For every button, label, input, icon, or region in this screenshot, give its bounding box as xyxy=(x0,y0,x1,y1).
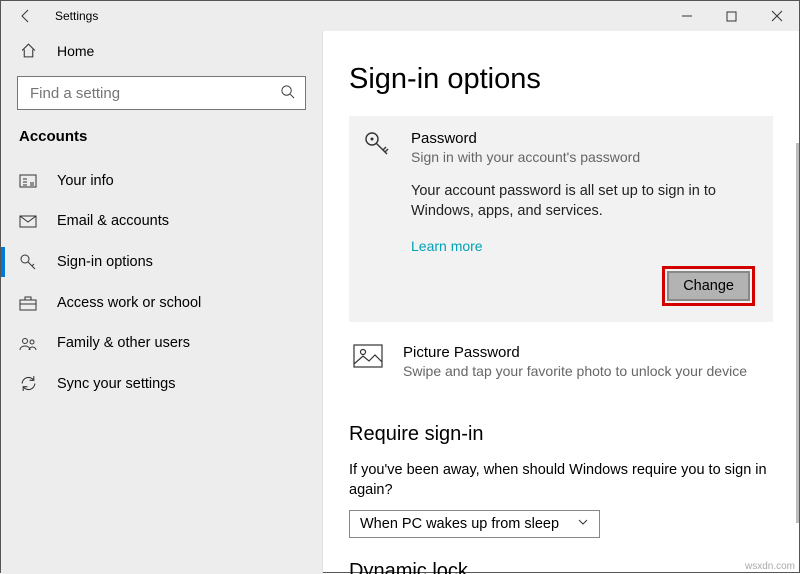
id-card-icon xyxy=(19,174,37,188)
learn-more-link[interactable]: Learn more xyxy=(411,238,483,254)
search-box[interactable] xyxy=(17,76,306,110)
scrollbar[interactable] xyxy=(796,143,799,523)
require-signin-dropdown[interactable]: When PC wakes up from sleep xyxy=(349,510,600,538)
chevron-down-icon xyxy=(577,516,589,532)
search-icon xyxy=(280,84,295,102)
mail-icon xyxy=(19,215,37,228)
dynamic-lock-heading: Dynamic lock xyxy=(349,560,773,574)
nav-your-info[interactable]: Your info xyxy=(1,161,322,201)
nav-label: Sync your settings xyxy=(57,376,175,392)
home-label: Home xyxy=(57,43,94,59)
nav-label: Email & accounts xyxy=(57,213,169,229)
back-button[interactable] xyxy=(11,8,41,24)
highlight-frame: Change xyxy=(662,266,755,306)
page-title: Sign-in options xyxy=(349,63,773,96)
category-label: Accounts xyxy=(1,128,322,161)
home-nav[interactable]: Home xyxy=(1,31,322,70)
nav-label: Sign-in options xyxy=(57,254,153,270)
maximize-button[interactable] xyxy=(709,1,754,31)
picture-subtitle: Swipe and tap your favorite photo to unl… xyxy=(403,363,769,379)
key-icon xyxy=(19,253,37,271)
sidebar: Home Accounts Your info Email & accounts xyxy=(1,31,323,574)
key-icon xyxy=(363,130,391,306)
nav-family-users[interactable]: Family & other users xyxy=(1,323,322,363)
change-button[interactable]: Change xyxy=(667,271,750,301)
search-input[interactable] xyxy=(28,84,280,103)
close-button[interactable] xyxy=(754,1,799,31)
people-icon xyxy=(19,336,37,351)
dropdown-value: When PC wakes up from sleep xyxy=(360,516,559,532)
password-title: Password xyxy=(411,130,755,147)
home-icon xyxy=(19,42,37,59)
sync-icon xyxy=(19,375,37,392)
password-card[interactable]: Password Sign in with your account's pas… xyxy=(349,116,773,322)
minimize-button[interactable] xyxy=(664,1,709,31)
nav-sync-settings[interactable]: Sync your settings xyxy=(1,363,322,404)
require-signin-body: If you've been away, when should Windows… xyxy=(349,460,773,501)
require-signin-heading: Require sign-in xyxy=(349,423,773,446)
picture-icon xyxy=(353,344,383,379)
watermark: wsxdn.com xyxy=(745,561,795,572)
nav-email-accounts[interactable]: Email & accounts xyxy=(1,201,322,241)
briefcase-icon xyxy=(19,296,37,311)
password-subtitle: Sign in with your account's password xyxy=(411,149,755,165)
password-description: Your account password is all set up to s… xyxy=(411,181,755,222)
picture-password-row[interactable]: Picture Password Swipe and tap your favo… xyxy=(349,334,773,397)
nav-label: Family & other users xyxy=(57,335,190,351)
picture-title: Picture Password xyxy=(403,344,769,361)
main-content: Sign-in options Password Sign in with yo… xyxy=(323,31,799,574)
nav-label: Your info xyxy=(57,173,114,189)
nav-signin-options[interactable]: Sign-in options xyxy=(1,241,322,283)
window-title: Settings xyxy=(55,9,98,23)
nav-label: Access work or school xyxy=(57,295,201,311)
nav-work-school[interactable]: Access work or school xyxy=(1,283,322,323)
